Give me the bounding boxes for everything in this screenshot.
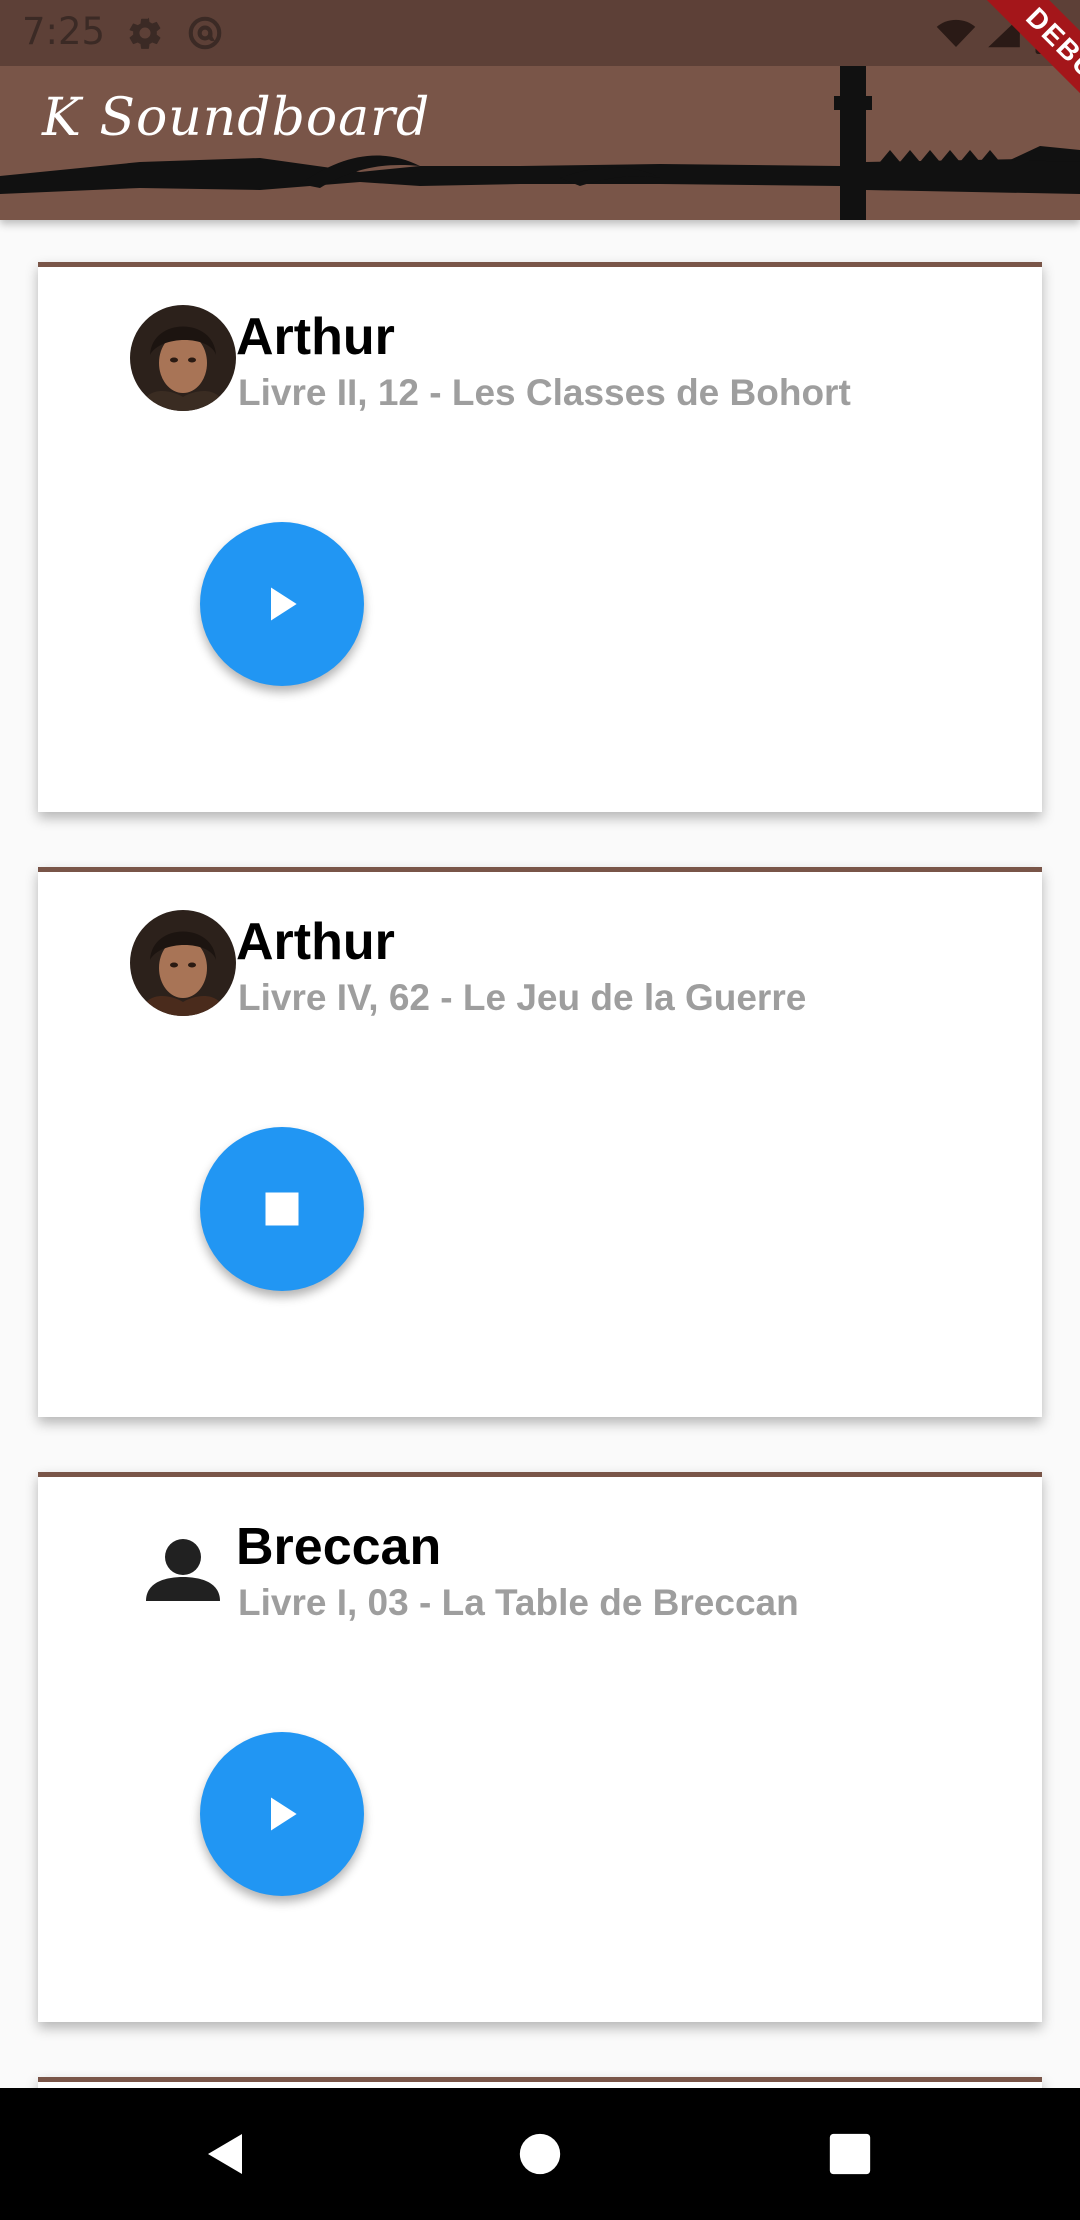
play-icon bbox=[271, 587, 297, 621]
recents-icon bbox=[829, 2133, 871, 2175]
navigation-bar bbox=[0, 2088, 1080, 2220]
sound-card[interactable]: Arthur Livre II, 12 - Les Classes de Boh… bbox=[38, 262, 1042, 812]
avatar bbox=[130, 305, 236, 411]
person-icon bbox=[130, 1515, 236, 1621]
character-name: Arthur bbox=[236, 308, 395, 366]
back-button[interactable] bbox=[166, 2088, 286, 2220]
play-button[interactable] bbox=[200, 522, 364, 686]
at-sign-icon bbox=[186, 14, 224, 57]
character-name: Arthur bbox=[236, 913, 395, 971]
stop-icon bbox=[265, 1192, 299, 1226]
sound-card[interactable] bbox=[38, 2077, 1042, 2088]
settings-icon bbox=[126, 14, 164, 57]
sound-list[interactable]: Arthur Livre II, 12 - Les Classes de Boh… bbox=[0, 220, 1080, 2088]
avatar bbox=[130, 910, 236, 1016]
play-button[interactable] bbox=[200, 1732, 364, 1896]
status-time: 7:25 bbox=[22, 10, 106, 53]
episode-title: Livre IV, 62 - Le Jeu de la Guerre bbox=[238, 977, 807, 1018]
recents-button[interactable] bbox=[790, 2088, 910, 2220]
home-button[interactable] bbox=[480, 2088, 600, 2220]
back-icon bbox=[208, 2134, 242, 2174]
sound-card[interactable]: Breccan Livre I, 03 - La Table de Brecca… bbox=[38, 1472, 1042, 2022]
character-name: Breccan bbox=[236, 1518, 442, 1576]
debug-ribbon-container: DEBUG bbox=[900, 0, 1080, 180]
episode-title: Livre II, 12 - Les Classes de Bohort bbox=[238, 372, 851, 413]
debug-ribbon: DEBUG bbox=[948, 0, 1080, 174]
stop-button[interactable] bbox=[200, 1127, 364, 1291]
sound-card[interactable]: Arthur Livre IV, 62 - Le Jeu de la Guerr… bbox=[38, 867, 1042, 1417]
episode-title: Livre I, 03 - La Table de Breccan bbox=[238, 1582, 799, 1623]
app-title: K Soundboard bbox=[42, 88, 431, 148]
home-icon bbox=[519, 2133, 561, 2175]
play-icon bbox=[271, 1797, 297, 1831]
